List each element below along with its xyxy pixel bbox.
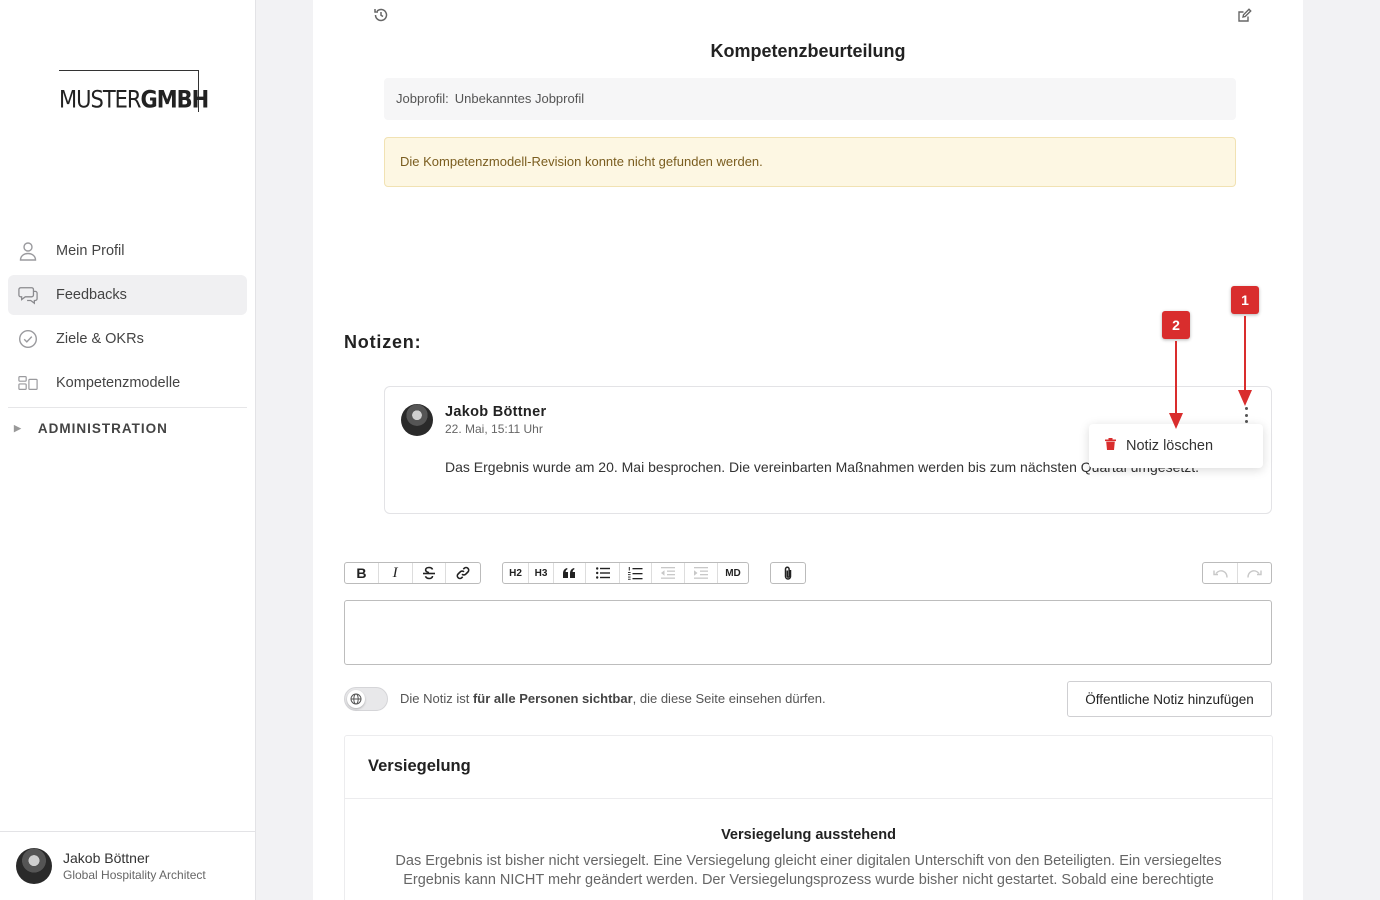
- page-title: Kompetenzbeurteilung: [710, 41, 906, 61]
- redo-icon: [1247, 569, 1262, 578]
- paperclip-icon: [784, 565, 792, 580]
- note-editor[interactable]: [344, 600, 1272, 665]
- sidebar-item-label: Mein Profil: [56, 243, 125, 259]
- warning-alert: Die Kompetenzmodell-Revision konnte nich…: [384, 137, 1236, 187]
- undo-icon: [1212, 569, 1228, 578]
- user-role: Global Hospitality Architect: [63, 868, 206, 882]
- strikethrough-button[interactable]: [413, 563, 447, 583]
- logo-text-muster: MUSTER: [59, 85, 142, 114]
- annotation-badge-1: 1: [1231, 286, 1259, 314]
- company-logo[interactable]: MUSTERGMBH: [59, 70, 209, 114]
- logo-text-gmbh: GMBH: [140, 85, 210, 114]
- heading-3-button[interactable]: H3: [529, 563, 554, 583]
- visibility-hint: Die Notiz ist für alle Personen sichtbar…: [400, 691, 826, 706]
- user-name: Jakob Böttner: [63, 850, 150, 866]
- undo-button[interactable]: [1203, 563, 1238, 583]
- annotation-badge-2: 2: [1162, 311, 1190, 339]
- grid-icon: [18, 373, 38, 393]
- quote-icon: [563, 568, 575, 578]
- toolbar-attachment-group: [770, 562, 806, 584]
- main-nav: Mein Profil Feedbacks Ziele & OKRs Kompe…: [8, 231, 247, 448]
- note-author: Jakob Böttner: [445, 404, 547, 420]
- redo-button[interactable]: [1238, 563, 1271, 583]
- visibility-prefix: Die Notiz ist: [400, 691, 473, 706]
- link-icon: [456, 566, 470, 580]
- history-icon[interactable]: [372, 6, 390, 24]
- bullet-list-icon: [595, 567, 610, 579]
- heading-2-button[interactable]: H2: [503, 563, 529, 583]
- jobprofil-label: Jobprofil:: [396, 91, 449, 106]
- toolbar-history-group: [1202, 562, 1272, 584]
- annotation-arrow-2: [1169, 341, 1183, 429]
- seal-section: Versiegelung Versiegelung ausstehend Das…: [344, 735, 1273, 900]
- sidebar-item-feedbacks[interactable]: Feedbacks: [8, 275, 247, 315]
- indent-button[interactable]: [685, 563, 718, 583]
- sidebar: MUSTERGMBH Mein Profil Feedbacks Ziele &…: [0, 0, 256, 900]
- sidebar-item-mein-profil[interactable]: Mein Profil: [8, 231, 247, 271]
- globe-icon: [347, 690, 365, 708]
- numbered-list-icon: [628, 566, 643, 580]
- chat-bubbles-icon: [18, 285, 38, 305]
- numbered-list-button[interactable]: [620, 563, 652, 583]
- attachment-button[interactable]: [771, 563, 805, 583]
- delete-note-label: Notiz löschen: [1126, 438, 1214, 454]
- add-public-note-button[interactable]: Öffentliche Notiz hinzufügen: [1067, 681, 1272, 717]
- more-options-icon[interactable]: [1241, 407, 1251, 423]
- link-button[interactable]: [446, 563, 480, 583]
- check-circle-icon: [18, 329, 38, 349]
- warning-text: Die Kompetenzmodell-Revision konnte nich…: [400, 154, 763, 169]
- main-content: Kompetenzbeurteilung Jobprofil: Unbekannt…: [313, 0, 1303, 900]
- trash-icon: [1105, 438, 1116, 454]
- note-date: 22. Mai, 15:11 Uhr: [445, 422, 543, 436]
- seal-status-title: Versiegelung ausstehend: [721, 827, 896, 843]
- strikethrough-icon: [422, 566, 435, 580]
- quote-button[interactable]: [554, 563, 586, 583]
- outdent-icon: [661, 567, 675, 579]
- seal-heading: Versiegelung: [345, 736, 1272, 799]
- visibility-suffix: , die diese Seite einsehen dürfen.: [632, 691, 826, 706]
- current-user[interactable]: Jakob Böttner Global Hospitality Archite…: [0, 831, 255, 900]
- bold-button[interactable]: B: [345, 563, 379, 583]
- annotation-arrow-1: [1238, 316, 1252, 406]
- sidebar-item-label: Ziele & OKRs: [56, 331, 144, 347]
- avatar: [401, 404, 433, 436]
- jobprofil-value: Unbekanntes Jobprofil: [454, 91, 585, 106]
- admin-label: ADMINISTRATION: [37, 420, 168, 436]
- avatar: [16, 848, 52, 884]
- outdent-button[interactable]: [652, 563, 685, 583]
- jobprofil-info: Jobprofil: Unbekanntes Jobprofil: [384, 78, 1236, 120]
- notes-heading: Notizen:: [344, 332, 422, 352]
- indent-icon: [694, 567, 708, 579]
- visibility-toggle[interactable]: [344, 687, 388, 711]
- chevron-right-icon: ▶: [14, 422, 22, 433]
- toolbar-format-group: B I: [344, 562, 481, 584]
- markdown-button[interactable]: MD: [718, 563, 748, 583]
- visibility-bold: für alle Personen sichtbar: [472, 691, 633, 706]
- person-icon: [18, 241, 38, 261]
- sidebar-item-label: Kompetenzmodelle: [56, 375, 181, 391]
- sidebar-item-kompetenzmodelle[interactable]: Kompetenzmodelle: [8, 363, 247, 403]
- italic-button[interactable]: I: [379, 563, 413, 583]
- sidebar-item-ziele-okrs[interactable]: Ziele & OKRs: [8, 319, 247, 359]
- bullet-list-button[interactable]: [586, 563, 620, 583]
- sidebar-section-administration[interactable]: ▶ ADMINISTRATION: [8, 408, 247, 448]
- toolbar-structure-group: H2 H3 MD: [502, 562, 749, 584]
- sidebar-item-label: Feedbacks: [56, 287, 127, 303]
- seal-description: Das Ergebnis ist bisher nicht versiegelt…: [395, 853, 1222, 888]
- edit-icon[interactable]: [1235, 6, 1253, 24]
